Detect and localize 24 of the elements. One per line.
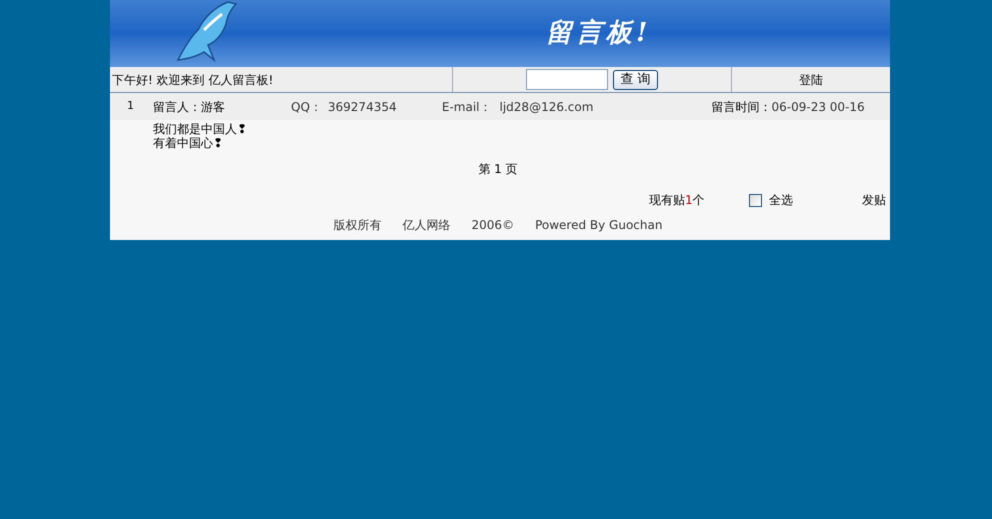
- footer-text: 亿人网络: [402, 217, 451, 234]
- post-index: 1: [126, 98, 135, 114]
- search-field[interactable]: [526, 69, 608, 90]
- search-button[interactable]: 查 询: [613, 70, 658, 90]
- footer-text: 版权所有: [334, 217, 382, 234]
- email-label: E-mail：: [442, 98, 492, 116]
- post-time: 06-09-23 00-16: [772, 98, 865, 116]
- qq-number: 369274354: [328, 98, 398, 116]
- email-link[interactable]: ljd28@126.com: [500, 98, 712, 116]
- message-text: 有着中国心❢: [153, 136, 224, 150]
- banner-title: 留言板!: [546, 17, 652, 50]
- select-all-checkbox[interactable]: [749, 194, 762, 206]
- time-label: 留言时间：: [712, 98, 772, 116]
- select-all-label: 全选: [769, 192, 793, 209]
- greeting-text: 下午好! 欢迎来到 亿人留言板!: [110, 67, 453, 92]
- page-indicator: 第 1 页: [478, 161, 518, 178]
- footer-text: 2006©: [472, 217, 514, 234]
- login-link[interactable]: 登陆: [799, 70, 823, 88]
- post-count: 现有贴1个: [649, 192, 706, 209]
- new-post-link[interactable]: 发贴: [862, 191, 886, 209]
- message-text: 我们都是中国人❢: [153, 122, 248, 136]
- qq-label: QQ：: [291, 98, 322, 116]
- footer-text: Powered By Guochan: [535, 217, 662, 234]
- author-text: 留言人：游客: [152, 98, 226, 116]
